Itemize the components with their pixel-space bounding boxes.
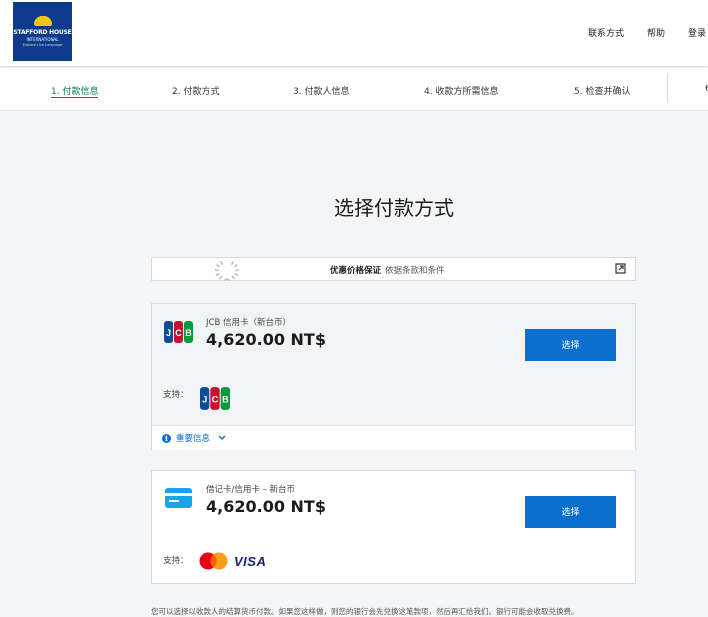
logo-tagline: Explore.Live.Language xyxy=(22,43,63,47)
payment-option-jcb: J C B JCB 信用卡（新台币） 4,620.00 NT$ 选择 支持： J… xyxy=(151,303,636,450)
svg-text:B: B xyxy=(185,328,192,338)
svg-text:J: J xyxy=(202,395,207,405)
steps-divider xyxy=(667,74,668,102)
step-review-confirm[interactable]: 5. 检查并确认 xyxy=(574,84,630,97)
site-header: STAFFORD HOUSE INTERNATIONAL Explore.Liv… xyxy=(0,0,708,66)
visa-logo: VISA xyxy=(234,554,267,569)
svg-text:J: J xyxy=(166,328,171,338)
payment-option-card: 借记卡/信用卡 – 新台币 4,620.00 NT$ 选择 支持： VISA xyxy=(151,470,636,584)
support-label: 支持： xyxy=(163,556,189,566)
step-recipient-info[interactable]: 4. 收款方所需信息 xyxy=(424,84,498,97)
guarantee-terms[interactable]: 依据条款和条件 xyxy=(385,266,445,276)
mastercard-logo xyxy=(199,552,228,570)
page-title: 选择付款方式 xyxy=(334,196,454,220)
support-label: 支持： xyxy=(163,390,189,400)
price-guarantee-bar[interactable]: 优惠价格保证 依据条款和条件 xyxy=(151,257,636,281)
jcb-icon: J C B xyxy=(164,321,193,343)
lion-emblem-icon xyxy=(34,16,52,26)
select-jcb-button[interactable]: 选择 xyxy=(525,329,616,361)
chevron-down-icon xyxy=(218,435,226,440)
step-payment-info[interactable]: 1. 付款信息 xyxy=(51,84,99,98)
amount: 4,620.00 NT$ xyxy=(206,497,326,516)
external-link-icon[interactable] xyxy=(615,263,626,274)
stafford-house-logo[interactable]: STAFFORD HOUSE INTERNATIONAL Explore.Liv… xyxy=(13,2,72,61)
step-label: 1. 付款信息 xyxy=(51,87,99,97)
currency-label: JCB 信用卡（新台币） xyxy=(206,318,291,328)
svg-text:C: C xyxy=(175,328,182,338)
step-payer-info[interactable]: 3. 付款人信息 xyxy=(293,84,349,97)
currency-footnote: 您可以选择以收款人的结算货币付款。如果您这样做，则您的银行会先兑换这笔款项，然后… xyxy=(151,607,579,616)
jcb-logo: J C B xyxy=(200,387,230,410)
active-step-underline xyxy=(51,97,99,98)
logo-line1: STAFFORD HOUSE xyxy=(13,29,72,36)
logo-line2: INTERNATIONAL xyxy=(26,37,59,42)
laurel-icon xyxy=(214,261,240,281)
nav-help[interactable]: 帮助 xyxy=(647,26,665,39)
guarantee-text: 优惠价格保证 依据条款和条件 xyxy=(330,264,445,276)
nav-contact[interactable]: 联系方式 xyxy=(588,26,624,39)
svg-text:B: B xyxy=(222,395,229,405)
credit-card-icon xyxy=(165,488,192,508)
currency-label: 借记卡/信用卡 – 新台币 xyxy=(206,485,296,495)
amount: 4,620.00 NT$ xyxy=(206,330,326,349)
select-card-button[interactable]: 选择 xyxy=(525,496,616,528)
important-info-toggle[interactable]: i 重要信息 xyxy=(152,425,635,450)
guarantee-label: 优惠价格保证 xyxy=(330,266,382,276)
info-icon: i xyxy=(162,434,171,443)
progress-steps: 1. 付款信息 2. 付款方式 3. 付款人信息 4. 收款方所需信息 5. 检… xyxy=(0,68,708,111)
step-payment-method[interactable]: 2. 付款方式 xyxy=(172,84,219,97)
important-info-label: 重要信息 xyxy=(176,434,211,444)
svg-text:C: C xyxy=(212,395,219,405)
nav-login[interactable]: 登录 xyxy=(688,26,706,39)
